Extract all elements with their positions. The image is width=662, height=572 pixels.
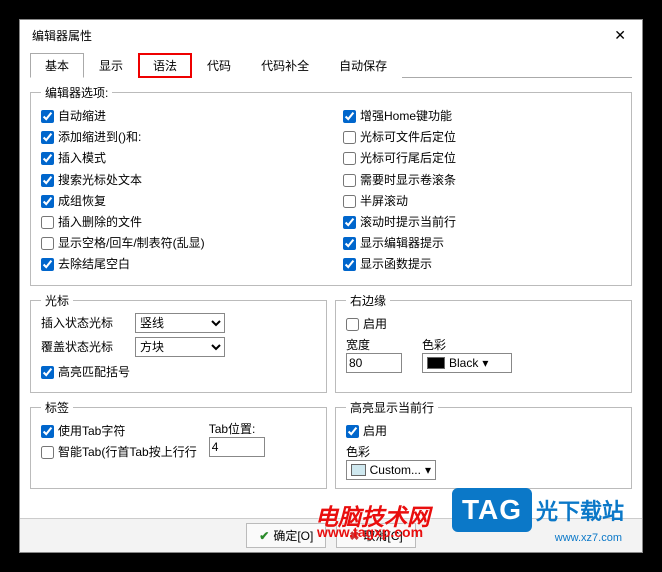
group-highlight-line: 高亮显示当前行 启用 色彩 Custom... ▾	[335, 399, 632, 489]
select-overwrite-cursor[interactable]: 方块	[135, 337, 225, 357]
group-cursor: 光标 插入状态光标 竖线 覆盖状态光标 方块 高亮匹配括号	[30, 292, 327, 393]
label-overwrite-cursor: 覆盖状态光标	[41, 338, 129, 355]
window-title: 编辑器属性	[32, 27, 92, 44]
ck-highlight-bracket[interactable]: 高亮匹配括号	[41, 363, 316, 382]
ck-enhanced-home[interactable]: 增强Home键功能	[343, 107, 621, 126]
select-hl-color[interactable]: Custom... ▾	[346, 460, 436, 480]
group-right-edge: 右边缘 启用 宽度 色彩 Black ▾	[335, 292, 632, 393]
x-icon: ✖	[349, 529, 359, 543]
cancel-button[interactable]: ✖取消[C]	[336, 523, 415, 548]
legend-tab: 标签	[41, 399, 73, 416]
editor-options-left-col: 自动缩进 添加缩进到()和: 插入模式 搜索光标处文本 成组恢复 插入删除的文件…	[41, 105, 319, 277]
ck-insert-deleted-file[interactable]: 插入删除的文件	[41, 213, 319, 232]
legend-highlight-line: 高亮显示当前行	[346, 399, 438, 416]
tab-autosave[interactable]: 自动保存	[324, 53, 402, 78]
panel-basic: 编辑器选项: 自动缩进 添加缩进到()和: 插入模式 搜索光标处文本 成组恢复 …	[20, 78, 642, 499]
tab-strip: 基本 显示 语法 代码 代码补全 自动保存	[30, 53, 642, 78]
input-right-edge-width[interactable]	[346, 353, 402, 373]
ck-auto-indent[interactable]: 自动缩进	[41, 107, 319, 126]
chevron-down-icon: ▾	[482, 356, 488, 370]
input-tab-pos[interactable]	[209, 437, 265, 457]
label-insert-cursor: 插入状态光标	[41, 314, 129, 331]
ck-add-indent-paren[interactable]: 添加缩进到()和:	[41, 128, 319, 147]
label-color: 色彩	[422, 336, 512, 353]
ck-right-edge-enable[interactable]: 启用	[346, 315, 621, 334]
dialog-footer: ✔确定[O] ✖取消[C]	[20, 518, 642, 552]
tab-code[interactable]: 代码	[192, 53, 246, 78]
ck-show-scrollbar-when-needed[interactable]: 需要时显示卷滚条	[343, 171, 621, 190]
group-tab: 标签 使用Tab字符 智能Tab(行首Tab按上行行 Tab位置:	[30, 399, 327, 489]
legend-right-edge: 右边缘	[346, 292, 390, 309]
color-swatch-icon	[427, 357, 445, 369]
ck-half-page-scroll[interactable]: 半屏滚动	[343, 192, 621, 211]
select-insert-cursor[interactable]: 竖线	[135, 313, 225, 333]
ck-smart-tab[interactable]: 智能Tab(行首Tab按上行行	[41, 443, 197, 462]
color-swatch-icon	[351, 464, 366, 476]
legend-editor-options: 编辑器选项:	[41, 84, 112, 101]
select-right-edge-color[interactable]: Black ▾	[422, 353, 512, 373]
titlebar: 编辑器属性 ✕	[20, 20, 642, 50]
close-icon[interactable]: ✕	[606, 25, 634, 46]
label-width: 宽度	[346, 336, 402, 353]
label-hl-color: 色彩	[346, 443, 621, 460]
ck-group-undo[interactable]: 成组恢复	[41, 192, 319, 211]
ck-insert-mode[interactable]: 插入模式	[41, 149, 319, 168]
tab-autocomplete[interactable]: 代码补全	[246, 53, 324, 78]
ck-scroll-hint-line[interactable]: 滚动时提示当前行	[343, 213, 621, 232]
editor-properties-dialog: 编辑器属性 ✕ 基本 显示 语法 代码 代码补全 自动保存 编辑器选项: 自动缩…	[19, 19, 643, 553]
ck-show-function-hints[interactable]: 显示函数提示	[343, 255, 621, 274]
ck-search-cursor-text[interactable]: 搜索光标处文本	[41, 171, 319, 190]
check-icon: ✔	[259, 529, 269, 543]
ck-show-whitespace[interactable]: 显示空格/回车/制表符(乱显)	[41, 234, 319, 253]
ck-highlight-line-enable[interactable]: 启用	[346, 422, 621, 441]
tab-basic[interactable]: 基本	[30, 53, 84, 78]
ck-trim-trailing[interactable]: 去除结尾空白	[41, 255, 319, 274]
group-editor-options: 编辑器选项: 自动缩进 添加缩进到()和: 插入模式 搜索光标处文本 成组恢复 …	[30, 84, 632, 286]
ck-cursor-past-eof[interactable]: 光标可文件后定位	[343, 128, 621, 147]
ck-cursor-past-eol[interactable]: 光标可行尾后定位	[343, 149, 621, 168]
ck-show-editor-hints[interactable]: 显示编辑器提示	[343, 234, 621, 253]
ok-button[interactable]: ✔确定[O]	[246, 523, 326, 548]
tab-display[interactable]: 显示	[84, 53, 138, 78]
label-tab-pos: Tab位置:	[209, 420, 265, 437]
ck-use-tab-char[interactable]: 使用Tab字符	[41, 422, 197, 441]
editor-options-right-col: 增强Home键功能 光标可文件后定位 光标可行尾后定位 需要时显示卷滚条 半屏滚…	[343, 105, 621, 277]
chevron-down-icon: ▾	[425, 463, 431, 477]
legend-cursor: 光标	[41, 292, 73, 309]
tab-syntax[interactable]: 语法	[138, 53, 192, 78]
